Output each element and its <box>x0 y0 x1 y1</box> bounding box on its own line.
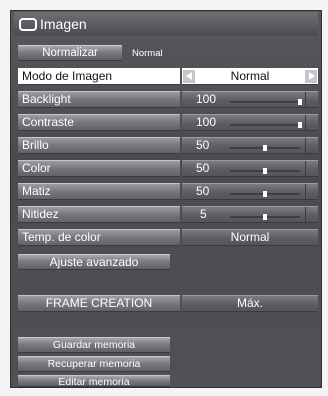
normalize-status: Normal <box>132 48 163 59</box>
sharpness-slider[interactable]: 5 <box>182 206 318 223</box>
slider-knob[interactable] <box>298 122 302 128</box>
slider-track <box>230 191 300 197</box>
picture-mode-value: Normal <box>230 69 270 83</box>
row-label-frame-creation[interactable]: FRAME CREATION <box>18 295 180 312</box>
menu-title: Imagen <box>40 16 87 32</box>
row-label-sharpness[interactable]: Nitidez <box>18 206 180 223</box>
slider-track <box>230 122 302 128</box>
edit-memory-button[interactable]: Editar memoria <box>18 375 170 388</box>
color-value: 50 <box>196 161 210 175</box>
contrast-slider[interactable]: 100 <box>182 114 318 131</box>
row-label-backlight[interactable]: Backlight <box>18 91 180 108</box>
bar-end-cap <box>305 92 318 107</box>
normalize-button[interactable]: Normalizar <box>18 45 122 61</box>
sharpness-value: 5 <box>200 207 207 221</box>
tint-slider[interactable]: 50 <box>182 183 318 200</box>
slider-knob[interactable] <box>263 145 267 151</box>
arrow-right-icon[interactable] <box>305 70 317 83</box>
brightness-value: 50 <box>196 138 210 152</box>
slider-knob[interactable] <box>298 99 302 105</box>
slider-track <box>230 214 300 220</box>
screen-icon <box>19 17 37 31</box>
bar-end-cap <box>305 138 318 153</box>
row-label-contrast[interactable]: Contraste <box>18 114 180 131</box>
row-label-picture-mode[interactable]: Modo de Imagen <box>18 68 180 85</box>
picture-menu-panel: Imagen Normalizar Normal Modo de Imagen … <box>10 10 322 388</box>
slider-knob[interactable] <box>263 214 267 220</box>
backlight-value: 100 <box>196 92 217 106</box>
row-label-brightness[interactable]: Brillo <box>18 137 180 154</box>
tint-value: 50 <box>196 184 210 198</box>
row-label-color-temp[interactable]: Temp. de color <box>18 229 180 246</box>
bar-end-cap <box>305 161 318 176</box>
frame-creation-selector[interactable]: Máx. <box>182 295 318 312</box>
slider-track <box>230 99 302 105</box>
contrast-value: 100 <box>196 115 217 129</box>
row-label-color[interactable]: Color <box>18 160 180 177</box>
bar-end-cap <box>305 115 318 130</box>
color-temp-value: Normal <box>230 230 270 244</box>
color-temp-selector[interactable]: Normal <box>182 229 318 246</box>
picture-mode-selector[interactable]: Normal <box>182 68 318 85</box>
bar-end-cap <box>305 184 318 199</box>
menu-title-bar: Imagen <box>14 12 318 36</box>
arrow-left-icon[interactable] <box>183 70 195 83</box>
slider-track <box>230 145 300 151</box>
row-label-tint[interactable]: Matiz <box>18 183 180 200</box>
save-memory-button[interactable]: Guardar memoria <box>18 337 170 353</box>
load-memory-button[interactable]: Recuperar memoria <box>18 356 170 372</box>
frame-creation-value: Máx. <box>236 296 263 310</box>
slider-track <box>230 168 300 174</box>
bar-end-cap <box>305 207 318 222</box>
brightness-slider[interactable]: 50 <box>182 137 318 154</box>
advanced-settings-button[interactable]: Ajuste avanzado <box>18 254 170 270</box>
slider-knob[interactable] <box>263 168 267 174</box>
backlight-slider[interactable]: 100 <box>182 91 318 108</box>
slider-knob[interactable] <box>263 191 267 197</box>
color-slider[interactable]: 50 <box>182 160 318 177</box>
osd-screen: Imagen Normalizar Normal Modo de Imagen … <box>0 0 328 396</box>
